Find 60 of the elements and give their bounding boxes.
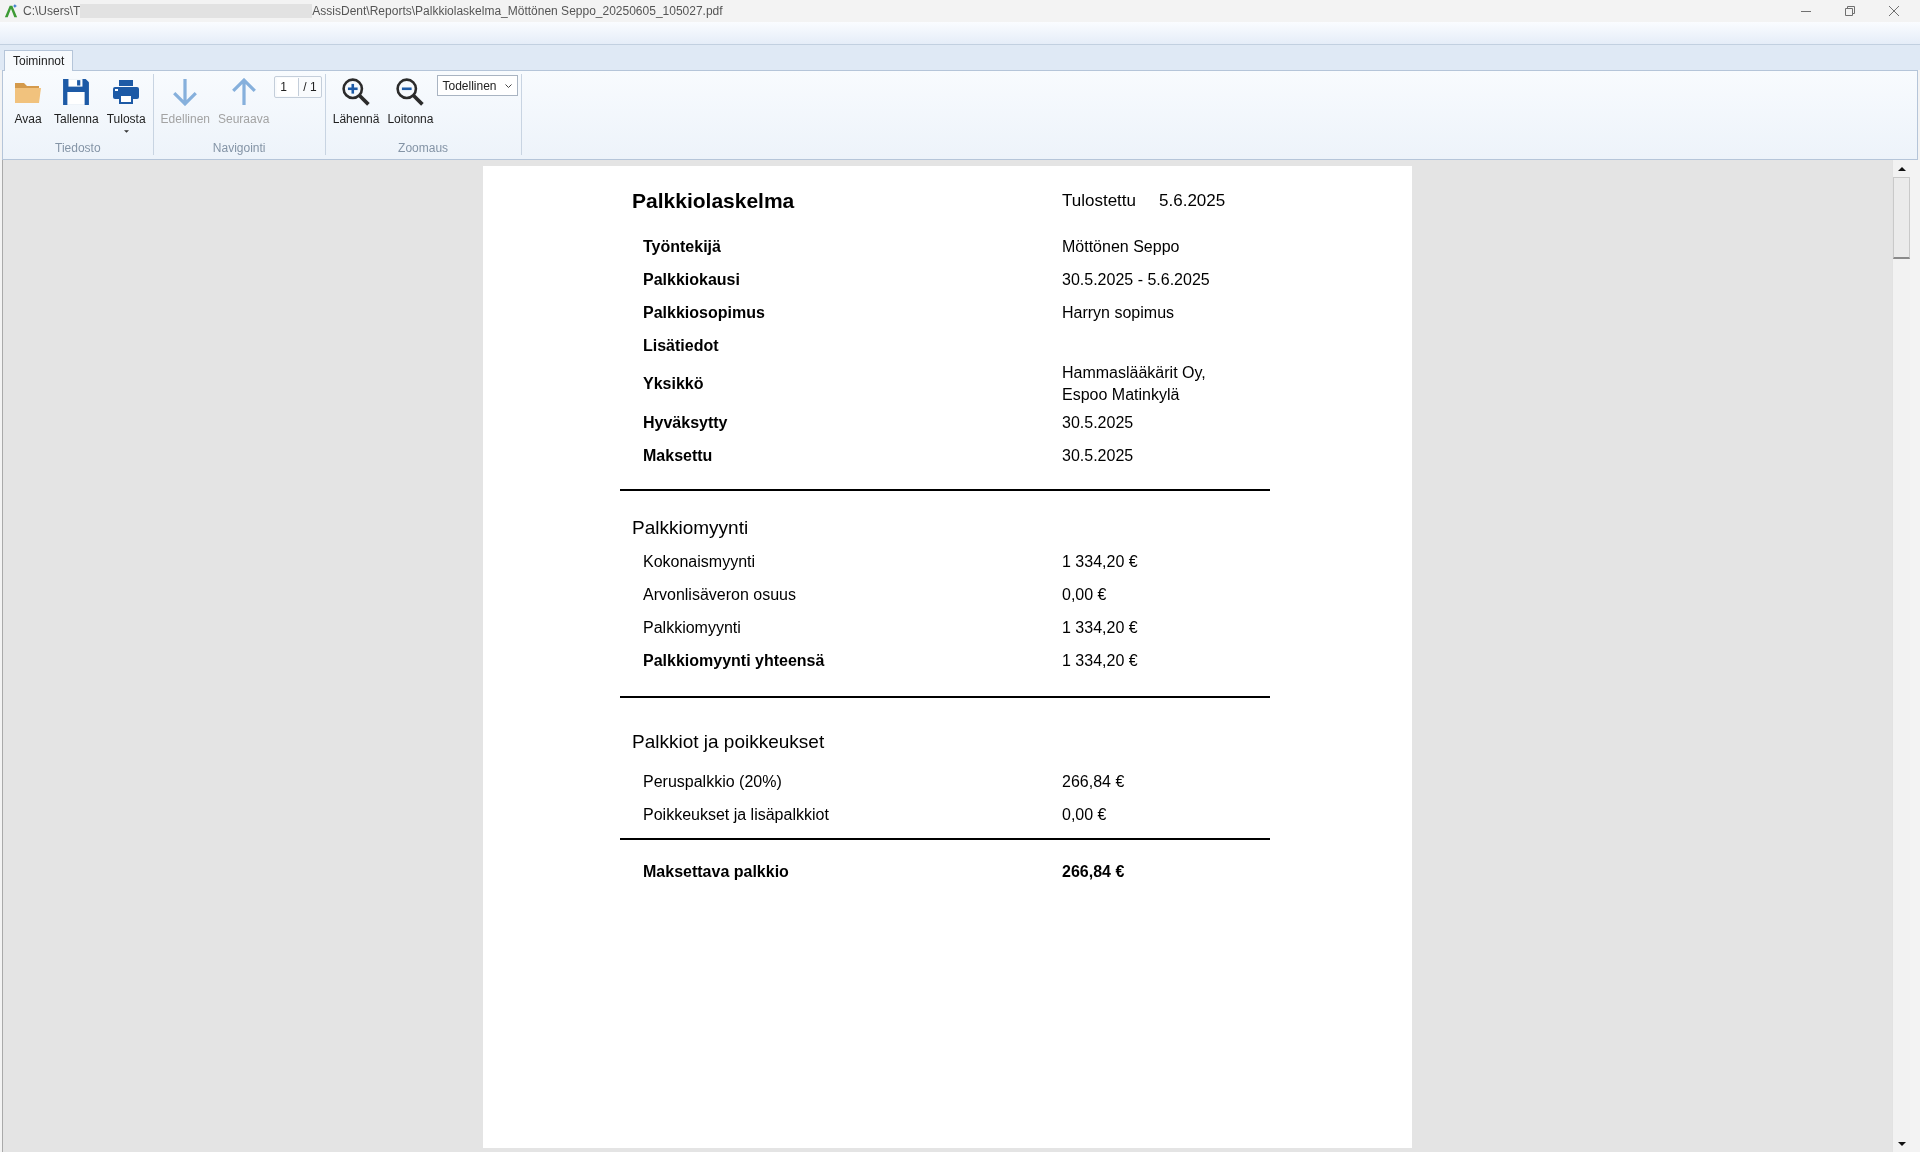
field-label: Työntekijä xyxy=(643,236,722,257)
total-label: Maksettava palkkio xyxy=(643,861,790,882)
save-button[interactable]: Tallenna xyxy=(50,78,103,126)
group-label: Navigointi xyxy=(211,141,267,155)
app-logo-icon xyxy=(4,4,18,18)
page-count: / 1 xyxy=(302,80,318,94)
down-arrow-icon xyxy=(171,78,200,106)
group-label: Tiedosto xyxy=(54,141,102,155)
up-arrow-icon xyxy=(229,78,258,106)
field-label: Maksettu xyxy=(643,445,714,466)
row-label: Kokonaismyynti xyxy=(643,551,757,572)
row-label: Peruspalkkio (20%) xyxy=(643,771,783,792)
print-button[interactable]: Tulosta xyxy=(102,78,150,133)
field-value: 30.5.2025 xyxy=(1062,445,1135,466)
field-value: Harryn sopimus xyxy=(1062,302,1176,323)
row-label: Poikkeukset ja lisäpalkkiot xyxy=(643,804,830,825)
total-value: 266,84 € xyxy=(1062,861,1126,882)
zoom-out-icon xyxy=(396,78,425,106)
row-label: Palkkiomyynti yhteensä xyxy=(643,650,826,671)
restore-icon xyxy=(1845,6,1855,16)
vertical-scrollbar[interactable] xyxy=(1892,160,1910,1152)
zoom-out-button[interactable]: Loitonna xyxy=(383,78,438,126)
row-value: 0,00 € xyxy=(1062,584,1108,605)
page-number-field[interactable]: 1 xyxy=(277,78,300,96)
zoom-level-dropdown[interactable]: Todellinen xyxy=(437,75,518,96)
up-triangle-icon xyxy=(1897,166,1906,171)
field-label: Lisätiedot xyxy=(643,335,720,356)
row-value: 1 334,20 € xyxy=(1062,551,1139,572)
printed-label: Tulostettu xyxy=(1062,190,1137,212)
printer-icon xyxy=(112,78,141,106)
field-label: Yksikkö xyxy=(643,374,705,394)
field-value: 30.5.2025 xyxy=(1062,412,1135,433)
field-value: 30.5.2025 - 5.6.2025 xyxy=(1062,269,1211,290)
ribbon-tab[interactable]: Toiminnot xyxy=(4,50,74,71)
down-triangle-icon xyxy=(1897,1141,1906,1146)
row-label: Palkkiomyynti xyxy=(643,617,742,638)
window-title: C:\Users\T xyxy=(23,4,81,18)
close-icon xyxy=(1889,6,1899,16)
row-label: Arvonlisäveron osuus xyxy=(643,584,797,605)
open-button[interactable]: Avaa xyxy=(6,78,50,126)
printed-date: 5.6.2025 xyxy=(1159,190,1226,212)
row-value: 1 334,20 € xyxy=(1062,650,1139,671)
field-label: Palkkiosopimus xyxy=(643,302,766,323)
row-value: 1 334,20 € xyxy=(1062,617,1139,638)
scrollbar-thumb[interactable] xyxy=(1893,177,1910,259)
field-value: Möttönen Seppo xyxy=(1062,236,1181,257)
field-label: Palkkiokausi xyxy=(643,269,741,290)
row-value: 266,84 € xyxy=(1062,771,1126,792)
field-value: Hammaslääkärit Oy, Espoo Matinkylä xyxy=(1062,363,1207,405)
section-heading: Palkkiot ja poikkeukset xyxy=(631,730,826,754)
section-heading: Palkkiomyynti xyxy=(631,516,750,540)
row-value: 0,00 € xyxy=(1062,804,1108,825)
report-title: Palkkiolaskelma xyxy=(632,188,796,214)
field-label: Hyväksytty xyxy=(643,412,729,433)
group-label: Zoomaus xyxy=(397,141,450,155)
chevron-down-icon xyxy=(504,83,512,88)
zoom-in-button[interactable]: Lähennä xyxy=(328,78,384,126)
zoom-in-icon xyxy=(342,78,371,106)
minimize-icon xyxy=(1801,10,1811,12)
window-title: AssisDent\Reports\Palkkiolaskelma_Möttönen Seppo_20250605_105027.pdf xyxy=(312,4,723,18)
